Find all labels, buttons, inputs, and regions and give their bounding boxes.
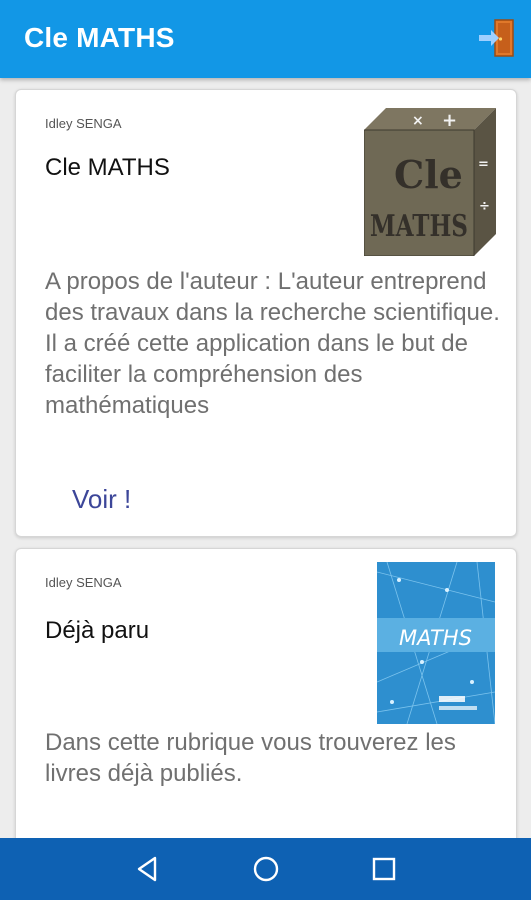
- cle-maths-cube-image: × + = ÷ Cle MATHS: [364, 108, 496, 256]
- voir-button[interactable]: Voir !: [72, 482, 131, 517]
- cover-text-line2: MATHS: [370, 209, 468, 244]
- maths-book-cover-image: MATHS: [377, 562, 495, 724]
- home-icon[interactable]: [249, 852, 283, 886]
- card-description: Dans cette rubrique vous trouverez les l…: [45, 729, 456, 787]
- card-author: Idley SENGA: [45, 116, 122, 131]
- svg-text:÷: ÷: [479, 199, 490, 214]
- card-description: A propos de l'auteur : L'auteur entrepre…: [45, 268, 500, 419]
- back-icon[interactable]: [131, 852, 165, 886]
- cover-title: MATHS: [399, 626, 472, 650]
- svg-text:×: ×: [412, 113, 424, 129]
- card-cle-maths: Idley SENGA Cle MATHS × + = ÷ Cle MATHS …: [15, 89, 517, 537]
- card-title: Cle MATHS: [45, 154, 170, 181]
- exit-door-icon[interactable]: [477, 18, 517, 58]
- svg-text:+: +: [442, 110, 457, 131]
- system-nav-bar: [0, 838, 531, 900]
- svg-text:=: =: [478, 157, 489, 172]
- cover-text-line1: Cle: [394, 152, 463, 197]
- card-author: Idley SENGA: [45, 575, 122, 590]
- card-deja-paru: Idley SENGA Déjà paru MATHS Dans cette r…: [15, 548, 517, 850]
- recents-icon[interactable]: [367, 852, 401, 886]
- app-bar: Cle MATHS: [0, 0, 531, 78]
- app-title: Cle MATHS: [24, 22, 175, 53]
- card-title: Déjà paru: [45, 617, 150, 644]
